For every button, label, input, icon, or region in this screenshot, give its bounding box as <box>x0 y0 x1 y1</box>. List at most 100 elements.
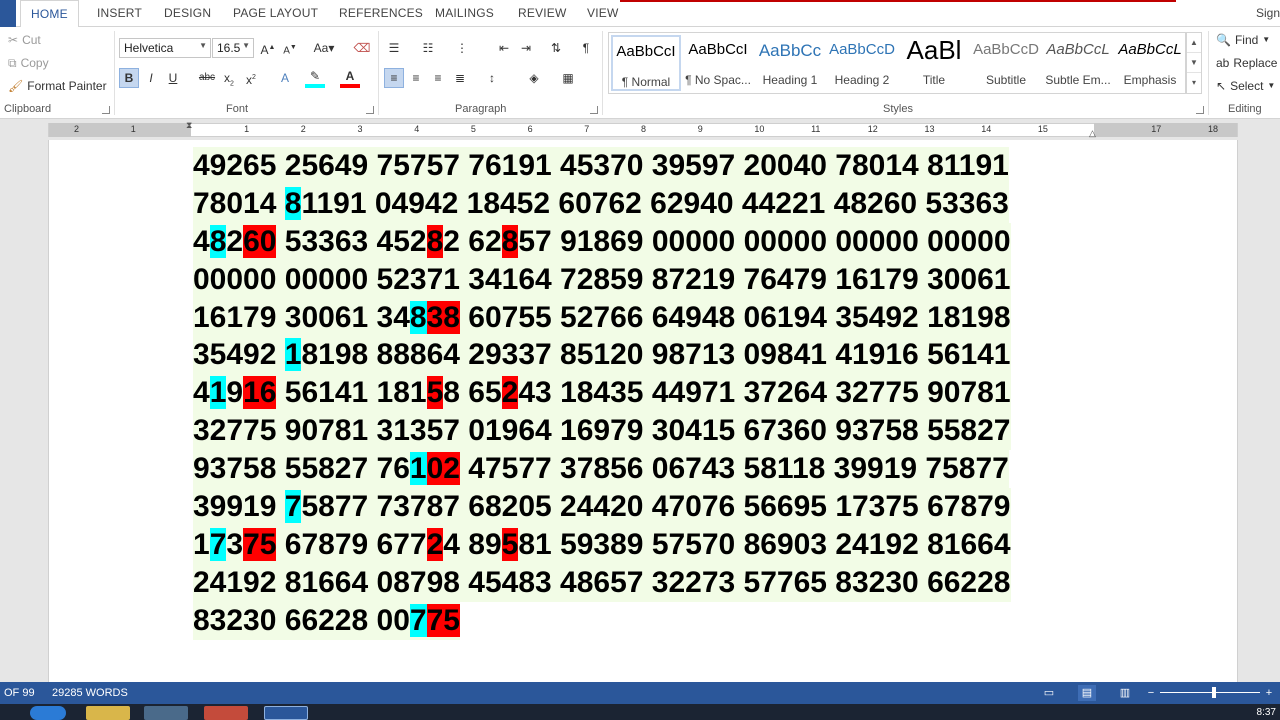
red-highlight-run[interactable]: 5 <box>501 527 519 561</box>
file-explorer-icon[interactable] <box>86 706 130 720</box>
text-run[interactable]: 35492 <box>193 338 285 371</box>
text-run[interactable]: 8 65 <box>443 376 501 409</box>
style-emphasis[interactable]: AaBbCcL Emphasis <box>1115 35 1185 91</box>
text-run[interactable]: 39919 <box>193 490 285 523</box>
multilevel-list-icon[interactable]: ⋮ <box>452 38 472 58</box>
line-text[interactable]: 17375 67879 67724 89581 59389 57570 8690… <box>193 525 1011 564</box>
text-run[interactable]: 43 18435 44971 37264 32775 90781 <box>518 376 1010 409</box>
document-line[interactable]: 48260 53363 45282 62857 91869 00000 0000… <box>193 222 1093 261</box>
font-size-combo[interactable]: 16.5 ▼ <box>212 38 254 58</box>
document-line[interactable]: 93758 55827 76102 47577 37856 06743 5811… <box>193 450 1093 489</box>
print-layout-icon[interactable]: ▤ <box>1078 685 1096 701</box>
tab-insert[interactable]: INSERT <box>97 6 142 20</box>
cyan-highlight-run[interactable]: 1 <box>409 452 427 486</box>
text-run[interactable]: 60755 52766 64948 06194 35492 18198 <box>460 301 1010 334</box>
cyan-highlight-run[interactable]: 7 <box>284 490 302 524</box>
cyan-highlight-run[interactable]: 8 <box>284 186 302 220</box>
sort-icon[interactable]: ⇅ <box>546 38 566 58</box>
page-count[interactable]: OF 99 <box>4 687 35 699</box>
highlight-color-icon[interactable]: ✎ <box>305 68 325 88</box>
text-run[interactable]: 56141 181 <box>276 376 427 409</box>
document-line[interactable]: 78014 81191 04942 18452 60762 62940 4422… <box>193 184 1093 223</box>
cyan-highlight-run[interactable]: 1 <box>284 338 302 372</box>
line-text[interactable]: 83230 66228 00775 <box>193 601 460 640</box>
text-run[interactable]: 16179 30061 34 <box>193 301 410 334</box>
text-run[interactable]: 4 89 <box>443 528 501 561</box>
increase-indent-icon[interactable]: ⇥ <box>516 38 536 58</box>
red-highlight-run[interactable]: 75 <box>426 603 460 637</box>
scroll-up-icon[interactable]: ▲ <box>1187 33 1201 53</box>
red-highlight-run[interactable]: 75 <box>243 527 277 561</box>
text-run[interactable]: 47577 37856 06743 58118 39919 75877 <box>460 452 1009 485</box>
text-run[interactable]: 32775 90781 31357 01964 16979 30415 6736… <box>193 414 1011 447</box>
chrome-icon[interactable] <box>204 706 248 720</box>
font-name-combo[interactable]: Helvetica ▼ <box>119 38 211 58</box>
text-run[interactable]: 4 <box>193 376 210 409</box>
document-line[interactable]: 32775 90781 31357 01964 16979 30415 6736… <box>193 412 1093 451</box>
clipboard-launcher-icon[interactable] <box>102 106 110 114</box>
style-subtitle[interactable]: AaBbCcD Subtitle <box>971 35 1041 91</box>
shading-icon[interactable]: ◈ <box>524 68 544 88</box>
line-text[interactable]: 32775 90781 31357 01964 16979 30415 6736… <box>193 412 1011 451</box>
text-run[interactable]: 8198 88864 29337 85120 98713 09841 41916… <box>301 338 1010 371</box>
document-line[interactable]: 17375 67879 67724 89581 59389 57570 8690… <box>193 525 1093 564</box>
document-page[interactable]: 49265 25649 75757 76191 45370 39597 2004… <box>48 140 1238 682</box>
zoom-slider-thumb[interactable] <box>1212 687 1216 698</box>
style-heading-1[interactable]: AaBbCc Heading 1 <box>755 35 825 91</box>
text-run[interactable]: 9 <box>226 376 243 409</box>
web-layout-icon[interactable]: ▥ <box>1116 685 1134 701</box>
text-run[interactable]: 5877 73787 68205 24420 47076 56695 17375… <box>301 490 1010 523</box>
red-highlight-run[interactable]: 5 <box>426 376 444 410</box>
style-subtle-emphasis[interactable]: AaBbCcL Subtle Em... <box>1043 35 1113 91</box>
line-text[interactable]: 48260 53363 45282 62857 91869 00000 0000… <box>193 222 1011 261</box>
gallery-more-icon[interactable]: ▾ <box>1187 73 1201 93</box>
superscript-button[interactable]: x2 <box>241 68 261 88</box>
line-text[interactable]: 39919 75877 73787 68205 24420 47076 5669… <box>193 488 1011 526</box>
align-right-button[interactable]: ≡ <box>428 68 448 88</box>
tab-references[interactable]: REFERENCES <box>339 6 423 20</box>
right-indent-marker-icon[interactable]: △ <box>1089 128 1096 139</box>
document-line[interactable]: 41916 56141 18158 65243 18435 44971 3726… <box>193 374 1093 413</box>
tab-page-layout[interactable]: PAGE LAYOUT <box>233 6 318 20</box>
indent-marker-icon[interactable]: ⧗ <box>186 120 192 131</box>
red-highlight-run[interactable]: 2 <box>426 527 444 561</box>
shrink-font-icon[interactable]: A▼ <box>280 38 300 58</box>
line-text[interactable]: 35492 18198 88864 29337 85120 98713 0984… <box>193 336 1011 375</box>
text-run[interactable]: 93758 55827 76 <box>193 452 410 485</box>
borders-icon[interactable]: ▦ <box>558 68 578 88</box>
document-line[interactable]: 35492 18198 88864 29337 85120 98713 0984… <box>193 336 1093 375</box>
document-text[interactable]: 49265 25649 75757 76191 45370 39597 2004… <box>193 147 1093 640</box>
cyan-highlight-run[interactable]: 1 <box>209 376 227 410</box>
italic-button[interactable]: I <box>141 68 161 88</box>
cyan-highlight-run[interactable]: 7 <box>409 603 427 637</box>
document-line[interactable]: 16179 30061 34838 60755 52766 64948 0619… <box>193 298 1093 337</box>
sign-in-link[interactable]: Sign <box>1256 6 1280 20</box>
text-run[interactable]: 2 62 <box>443 225 501 258</box>
show-formatting-icon[interactable]: ¶ <box>576 38 596 58</box>
document-line[interactable]: 83230 66228 00775 <box>193 601 1093 640</box>
red-highlight-run[interactable]: 8 <box>426 224 444 258</box>
text-run[interactable]: 1191 04942 18452 60762 62940 44221 48260… <box>301 187 1008 220</box>
line-text[interactable]: 49265 25649 75757 76191 45370 39597 2004… <box>193 147 1009 185</box>
document-line[interactable]: 00000 00000 52371 34164 72859 87219 7647… <box>193 260 1093 299</box>
cyan-highlight-run[interactable]: 8 <box>209 224 227 258</box>
text-run[interactable]: 67879 677 <box>276 528 427 561</box>
text-run[interactable]: 78014 <box>193 187 285 220</box>
select-button[interactable]: ↖ Select ▼ <box>1216 79 1275 93</box>
style-no-spacing[interactable]: AaBbCcI ¶ No Spac... <box>683 35 753 91</box>
red-highlight-run[interactable]: 2 <box>501 376 519 410</box>
replace-button[interactable]: ab Replace <box>1216 56 1277 70</box>
text-run[interactable]: 53363 452 <box>276 225 427 258</box>
line-text[interactable]: 41916 56141 18158 65243 18435 44971 3726… <box>193 374 1011 413</box>
text-run[interactable]: 3 <box>226 528 243 561</box>
line-text[interactable]: 24192 81664 08798 45483 48657 32273 5776… <box>193 563 1011 602</box>
tab-review[interactable]: REVIEW <box>518 6 567 20</box>
line-text[interactable]: 78014 81191 04942 18452 60762 62940 4422… <box>193 184 1009 223</box>
red-highlight-run[interactable]: 16 <box>243 376 277 410</box>
tab-design[interactable]: DESIGN <box>164 6 211 20</box>
subscript-button[interactable]: x2 <box>219 68 239 88</box>
scroll-down-icon[interactable]: ▼ <box>1187 53 1201 73</box>
red-highlight-run[interactable]: 8 <box>501 224 519 258</box>
change-case-icon[interactable]: Aa▾ <box>310 38 338 58</box>
format-painter-button[interactable]: 🖌 Format Painter <box>8 79 107 93</box>
